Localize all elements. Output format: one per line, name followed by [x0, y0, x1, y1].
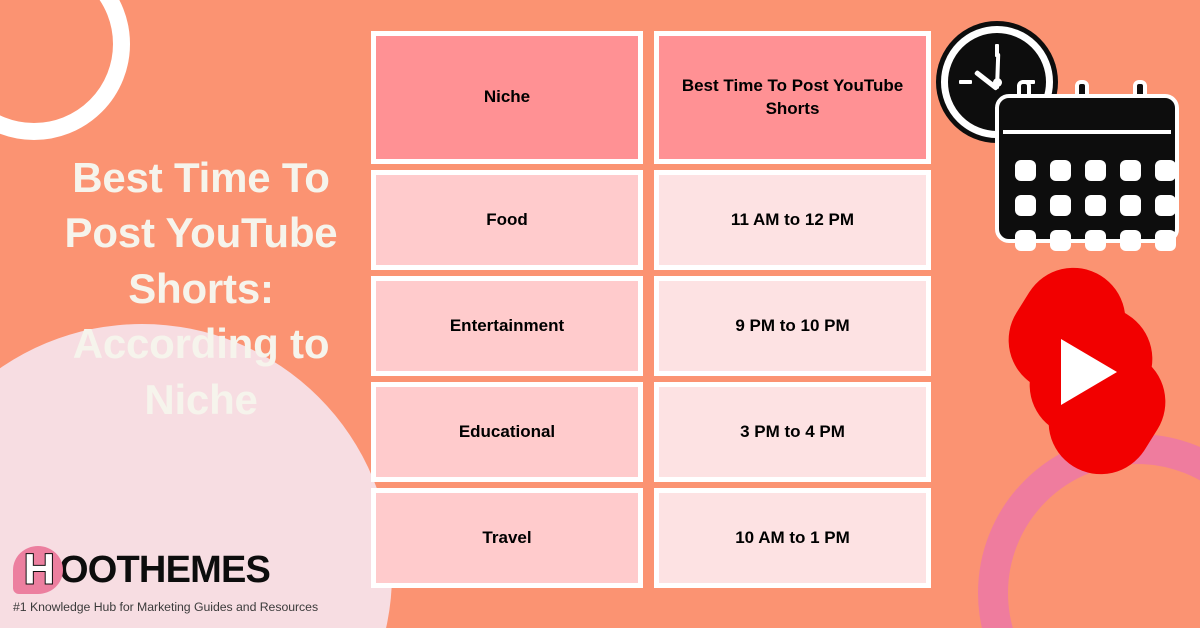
cell-time: 10 AM to 1 PM — [654, 488, 931, 588]
table-row: Educational 3 PM to 4 PM — [371, 382, 931, 482]
header-cell-niche: Niche — [371, 31, 643, 164]
calendar-day — [1085, 160, 1106, 181]
brand-logo: H OOTHEMES #1 Knowledge Hub for Marketin… — [13, 545, 319, 614]
brand-h-mark-icon: H — [13, 546, 63, 594]
calendar-day — [1050, 195, 1071, 216]
play-triangle-icon — [1061, 339, 1117, 405]
brand-wordmark: H OOTHEMES — [13, 545, 291, 595]
cell-niche: Food — [371, 170, 643, 270]
calendar-day — [1015, 230, 1036, 251]
cell-niche: Travel — [371, 488, 643, 588]
calendar-day — [1085, 195, 1106, 216]
table-header-row: Niche Best Time To Post YouTube Shorts — [371, 31, 931, 164]
youtube-shorts-icon — [988, 248, 1187, 494]
clock-tick-9 — [959, 80, 972, 84]
decorative-white-ring — [0, 0, 130, 140]
header-cell-best-time: Best Time To Post YouTube Shorts — [654, 31, 931, 164]
cell-niche: Educational — [371, 382, 643, 482]
best-time-table: Niche Best Time To Post YouTube Shorts F… — [371, 31, 931, 588]
cell-niche: Entertainment — [371, 276, 643, 376]
brand-h-letter: H — [23, 545, 56, 594]
calendar-header-bar — [1003, 130, 1171, 134]
calendar-day-grid — [1015, 160, 1176, 251]
table-row: Travel 10 AM to 1 PM — [371, 488, 931, 588]
calendar-day — [1085, 230, 1106, 251]
cell-time: 9 PM to 10 PM — [654, 276, 931, 376]
brand-name: OOTHEMES — [59, 549, 271, 591]
calendar-day — [1120, 195, 1141, 216]
table-row: Food 11 AM to 12 PM — [371, 170, 931, 270]
calendar-body — [995, 94, 1179, 251]
calendar-day — [1015, 195, 1036, 216]
calendar-day — [1120, 160, 1141, 181]
calendar-day — [1050, 160, 1071, 181]
brand-tagline: #1 Knowledge Hub for Marketing Guides an… — [13, 600, 319, 614]
calendar-day — [1155, 230, 1176, 251]
cell-time: 3 PM to 4 PM — [654, 382, 931, 482]
calendar-day — [1050, 230, 1071, 251]
calendar-day — [1015, 160, 1036, 181]
calendar-day — [1155, 195, 1176, 216]
page-title: Best Time To Post YouTube Shorts: Accord… — [64, 154, 338, 423]
calendar-icon — [995, 80, 1179, 251]
cell-time: 11 AM to 12 PM — [654, 170, 931, 270]
calendar-day — [1120, 230, 1141, 251]
table-row: Entertainment 9 PM to 10 PM — [371, 276, 931, 376]
calendar-day — [1155, 160, 1176, 181]
